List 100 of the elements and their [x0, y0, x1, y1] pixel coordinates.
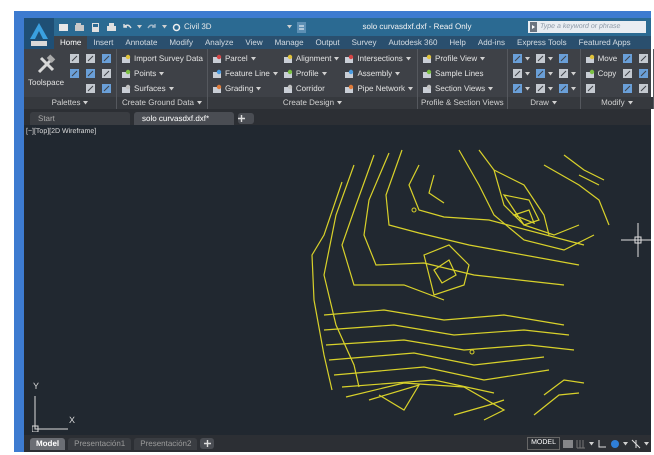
panel-title[interactable]: Modify — [580, 97, 654, 109]
caret-icon[interactable] — [552, 101, 557, 105]
ribbon-button[interactable]: Move — [584, 52, 618, 65]
layout-tab[interactable]: Model — [30, 438, 66, 450]
printer-icon[interactable] — [106, 22, 117, 32]
caret-icon[interactable] — [334, 56, 340, 60]
tool-button[interactable] — [101, 82, 112, 95]
tool-button[interactable] — [534, 82, 553, 95]
caret-icon[interactable] — [337, 101, 342, 105]
ribbon-tab[interactable]: Modify — [163, 36, 199, 49]
caret-icon[interactable] — [162, 25, 167, 29]
tool-button[interactable] — [85, 82, 96, 95]
ribbon-button[interactable]: Grading — [212, 82, 278, 95]
ribbon-button[interactable]: Import Survey Data — [121, 52, 203, 65]
caret-icon[interactable] — [628, 101, 633, 105]
ribbon-tab[interactable]: Add-ins — [472, 36, 511, 49]
tool-button[interactable] — [558, 82, 576, 95]
tool-button[interactable] — [558, 67, 576, 80]
caret-icon[interactable] — [548, 72, 553, 76]
tool-button[interactable] — [512, 82, 530, 95]
panel-title[interactable]: Profile & Section Views — [418, 97, 507, 109]
caret-icon[interactable] — [287, 25, 292, 29]
grid-icon[interactable] — [563, 438, 573, 448]
tool-button[interactable] — [101, 67, 112, 80]
ribbon-tab[interactable]: Analyze — [198, 36, 240, 49]
tool-button[interactable] — [638, 52, 650, 65]
caret-icon[interactable] — [644, 442, 649, 446]
tool-button[interactable] — [85, 52, 96, 65]
save-icon[interactable] — [90, 22, 101, 32]
tool-button[interactable] — [85, 67, 96, 80]
ribbon-button[interactable]: Surfaces — [121, 82, 203, 95]
layout-tab[interactable]: Presentación2 — [134, 438, 198, 450]
ribbon-button[interactable]: Sample Lines — [422, 67, 494, 80]
caret-icon[interactable] — [137, 25, 142, 29]
tool-button[interactable] — [622, 82, 634, 95]
toolspace-button[interactable]: Toolspace — [28, 52, 64, 89]
panel-title[interactable]: Create Design — [208, 97, 418, 109]
caret-icon[interactable] — [395, 72, 400, 76]
caret-icon[interactable] — [524, 86, 530, 90]
caret-icon[interactable] — [524, 56, 530, 60]
caret-icon[interactable] — [570, 72, 576, 76]
caret-icon[interactable] — [548, 86, 553, 90]
caret-icon[interactable] — [480, 56, 486, 60]
ribbon-button[interactable]: Assembly — [344, 67, 414, 80]
ribbon-button[interactable]: Profile View — [422, 52, 494, 65]
tool-button[interactable] — [69, 67, 80, 80]
customize-icon[interactable] — [297, 22, 306, 32]
new-layout-button[interactable] — [200, 438, 214, 449]
ribbon-tab[interactable]: Annotate — [119, 36, 164, 49]
file-tab[interactable]: Start — [30, 112, 130, 125]
tool-button[interactable] — [512, 52, 530, 65]
caret-icon[interactable] — [272, 72, 278, 76]
ribbon-tab[interactable]: Autodesk 360 — [382, 36, 444, 49]
caret-icon[interactable] — [488, 86, 494, 90]
panel-title[interactable]: Draw — [508, 97, 580, 109]
ribbon-button[interactable]: Copy — [584, 67, 618, 80]
caret-icon[interactable] — [406, 56, 411, 60]
workspace-dropdown[interactable]: Civil 3D — [172, 20, 292, 34]
caret-icon[interactable] — [408, 86, 414, 90]
tool-button[interactable] — [534, 52, 553, 65]
open-folder-icon[interactable] — [74, 22, 85, 32]
ribbon-button[interactable]: Corridor — [282, 82, 340, 95]
ribbon-tab[interactable]: View — [239, 36, 269, 49]
caret-icon[interactable] — [168, 86, 174, 90]
ribbon-button[interactable]: Parcel — [212, 52, 278, 65]
ribbon-tab[interactable]: Insert — [87, 36, 120, 49]
caret-icon[interactable] — [256, 86, 262, 90]
ribbon-tab[interactable]: Help — [443, 36, 472, 49]
caret-icon[interactable] — [322, 72, 327, 76]
tool-button[interactable] — [638, 67, 650, 80]
tool-button[interactable] — [101, 52, 112, 65]
caret-icon[interactable] — [524, 72, 530, 76]
caret-icon[interactable] — [623, 442, 628, 446]
tool-button[interactable] — [534, 67, 553, 80]
caret-icon[interactable] — [83, 101, 88, 105]
caret-icon[interactable] — [197, 101, 202, 105]
panel-title[interactable]: Create Ground Data — [117, 97, 207, 109]
caret-icon[interactable] — [570, 86, 576, 90]
ribbon-button[interactable]: Pipe Network — [344, 82, 414, 95]
ribbon-tab[interactable]: Home — [54, 36, 88, 49]
ribbon-button[interactable]: Profile — [282, 67, 340, 80]
caret-icon[interactable] — [548, 56, 553, 60]
new-tab-button[interactable] — [238, 113, 254, 124]
caret-icon[interactable] — [589, 442, 594, 446]
ribbon-tab[interactable]: Survey — [346, 36, 382, 49]
ribbon-button[interactable]: Intersections — [344, 52, 414, 65]
file-tab[interactable]: solo curvasdxf.dxf* — [134, 112, 234, 125]
ribbon-button[interactable]: Alignment — [282, 52, 340, 65]
ribbon-tab[interactable]: Manage — [268, 36, 310, 49]
new-file-icon[interactable] — [58, 22, 69, 32]
panel-title[interactable]: Palettes — [24, 97, 116, 109]
layout-tab[interactable]: Presentación1 — [68, 438, 132, 450]
ribbon-button[interactable]: Section Views — [422, 82, 494, 95]
caret-icon[interactable] — [159, 72, 164, 76]
ribbon-tab[interactable]: Featured Apps — [572, 36, 637, 49]
ribbon-tab[interactable]: Express Tools — [510, 36, 573, 49]
ribbon-button[interactable]: Feature Line — [212, 67, 278, 80]
ribbon-tab[interactable]: Output — [310, 36, 346, 49]
tool-button[interactable] — [638, 82, 650, 95]
tool-button[interactable] — [622, 67, 634, 80]
